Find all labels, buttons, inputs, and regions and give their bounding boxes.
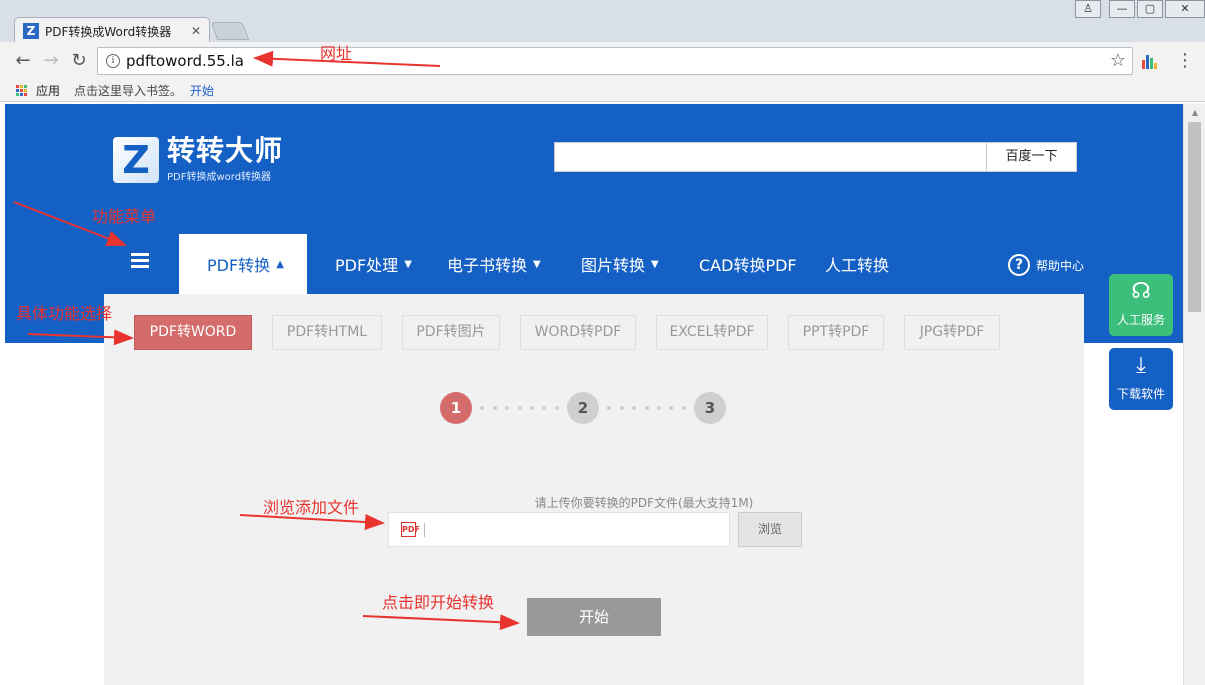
subtab-pdf-to-image[interactable]: PDF转图片	[402, 315, 500, 350]
nav-item-manual[interactable]: 人工转换	[825, 234, 925, 294]
bookmarks-bar: 应用 点击这里导入书签。 开始	[0, 80, 1205, 102]
help-center-link[interactable]: ? 帮助中心	[1008, 254, 1084, 276]
nav-label: PDF处理	[335, 256, 399, 275]
nav-label: CAD转换PDF	[699, 256, 797, 275]
download-icon: ⤓	[1136, 353, 1146, 378]
function-tabs: PDF转WORD PDF转HTML PDF转图片 WORD转PDF EXCEL转…	[134, 315, 1020, 350]
nav-label: 电子书转换	[447, 256, 528, 275]
nav-item-image[interactable]: 图片转换 ▼	[565, 234, 681, 294]
text-cursor	[424, 522, 425, 537]
file-path-field[interactable]: PDF	[388, 512, 730, 547]
bookmark-import-hint: 点击这里导入书签。	[74, 84, 183, 98]
bookmark-apps[interactable]: 应用	[36, 82, 60, 99]
caret-down-icon: ▼	[533, 258, 541, 270]
browser-menu-icon[interactable]: ⋮	[1176, 51, 1194, 71]
logo-z-icon: Z	[113, 136, 159, 183]
step-connector	[599, 406, 694, 410]
nav-item-pdf-convert[interactable]: PDF转换 ▲	[179, 234, 307, 294]
scroll-up-icon[interactable]: ▲	[1184, 108, 1205, 117]
search-input[interactable]	[555, 143, 986, 171]
download-software-label: 下载软件	[1116, 387, 1165, 401]
browser-tab[interactable]: Z PDF转换成Word转换器 ✕	[14, 17, 210, 44]
step-3: 3	[694, 392, 726, 424]
manual-service-label: 人工服务	[1116, 313, 1165, 327]
subtab-jpg-to-pdf[interactable]: JPG转PDF	[904, 315, 1000, 350]
subtab-excel-to-pdf[interactable]: EXCEL转PDF	[656, 315, 768, 350]
help-icon: ?	[1008, 254, 1030, 276]
browser-tabstrip: Z PDF转换成Word转换器 ✕ ♙ — ▢ ✕	[0, 0, 1205, 44]
url-text[interactable]: pdftoword.55.la	[126, 52, 244, 70]
annotation-menu: 功能菜单	[92, 207, 157, 226]
caret-up-icon: ▲	[276, 258, 284, 270]
window-controls: ♙ — ▢ ✕	[1073, 0, 1205, 18]
annotation-function: 具体功能选择	[16, 304, 113, 323]
tab-close-icon[interactable]: ✕	[191, 24, 201, 38]
browse-button[interactable]: 浏览	[738, 512, 802, 547]
new-tab-button[interactable]	[210, 22, 250, 40]
nav-item-cad[interactable]: CAD转换PDF	[681, 234, 825, 294]
forward-icon[interactable]: →	[40, 50, 62, 72]
upload-hint: 请上传你要转换的PDF文件(最大支持1M)	[534, 496, 754, 510]
annotation-start: 点击即开始转换	[382, 593, 495, 612]
nav-label: PDF转换	[207, 256, 271, 275]
headset-icon: ☊	[1131, 279, 1151, 304]
upload-row: PDF 浏览	[388, 512, 802, 547]
caret-down-icon: ▼	[404, 258, 412, 270]
minimize-button[interactable]: —	[1109, 0, 1135, 18]
nav-item-pdf-process[interactable]: PDF处理 ▼	[307, 234, 421, 294]
maximize-button[interactable]: ▢	[1137, 0, 1163, 18]
site-search: 百度一下	[554, 142, 1077, 172]
site-favicon-icon: Z	[23, 23, 39, 39]
web-page: Z 转转大师 PDF转换成word转换器 百度一下 PDF转换 ▲ PDF处理 ▼ …	[5, 104, 1183, 685]
apps-grid-icon[interactable]	[16, 84, 28, 97]
scroll-thumb[interactable]	[1188, 122, 1201, 312]
pdf-file-icon: PDF	[401, 522, 420, 537]
back-icon[interactable]: ←	[12, 50, 34, 72]
bookmark-star-icon[interactable]: ☆	[1110, 50, 1126, 71]
hamburger-menu-icon[interactable]	[131, 253, 149, 269]
start-button[interactable]: 开始	[527, 598, 661, 636]
subtab-pdf-to-word[interactable]: PDF转WORD	[134, 315, 252, 350]
converter-panel: PDF转WORD PDF转HTML PDF转图片 WORD转PDF EXCEL转…	[104, 294, 1084, 685]
main-nav: PDF转换 ▲ PDF处理 ▼ 电子书转换 ▼ 图片转换 ▼ CAD转换PDF 人工转换	[179, 234, 925, 294]
help-label: 帮助中心	[1036, 258, 1085, 273]
address-bar[interactable]: i pdftoword.55.la ☆	[97, 47, 1133, 75]
caret-down-icon: ▼	[651, 258, 659, 270]
progress-steps: 1 2 3	[440, 392, 726, 424]
close-window-button[interactable]: ✕	[1165, 0, 1205, 18]
subtab-word-to-pdf[interactable]: WORD转PDF	[520, 315, 636, 350]
nav-label: 人工转换	[825, 256, 890, 275]
search-button[interactable]: 百度一下	[986, 143, 1076, 171]
logo-subtitle: PDF转换成word转换器	[167, 172, 272, 183]
step-1: 1	[440, 392, 472, 424]
manual-service-button[interactable]: ☊ 人工服务	[1109, 274, 1173, 336]
page-scrollbar[interactable]: ▲	[1183, 104, 1205, 685]
step-2: 2	[567, 392, 599, 424]
nav-item-ebook[interactable]: 电子书转换 ▼	[421, 234, 565, 294]
profile-icon[interactable]: ♙	[1075, 0, 1101, 18]
subtab-pdf-to-html[interactable]: PDF转HTML	[272, 315, 382, 350]
download-software-button[interactable]: ⤓ 下载软件	[1109, 348, 1173, 410]
annotation-browse: 浏览添加文件	[263, 498, 360, 517]
logo-title: 转转大师	[167, 134, 284, 167]
nav-label: 图片转换	[581, 256, 646, 275]
site-logo[interactable]: Z 转转大师 PDF转换成word转换器	[113, 136, 283, 183]
browser-toolbar: ← → ↻ i pdftoword.55.la ☆ ⋮	[0, 42, 1205, 80]
extension-chart-icon[interactable]	[1141, 53, 1157, 69]
annotation-url: 网址	[320, 44, 353, 63]
site-info-icon[interactable]: i	[106, 54, 120, 68]
subtab-ppt-to-pdf[interactable]: PPT转PDF	[788, 315, 884, 350]
step-connector	[472, 406, 567, 410]
tab-title: PDF转换成Word转换器	[45, 24, 172, 39]
bookmark-start-link[interactable]: 开始	[190, 82, 214, 99]
reload-icon[interactable]: ↻	[68, 50, 90, 72]
